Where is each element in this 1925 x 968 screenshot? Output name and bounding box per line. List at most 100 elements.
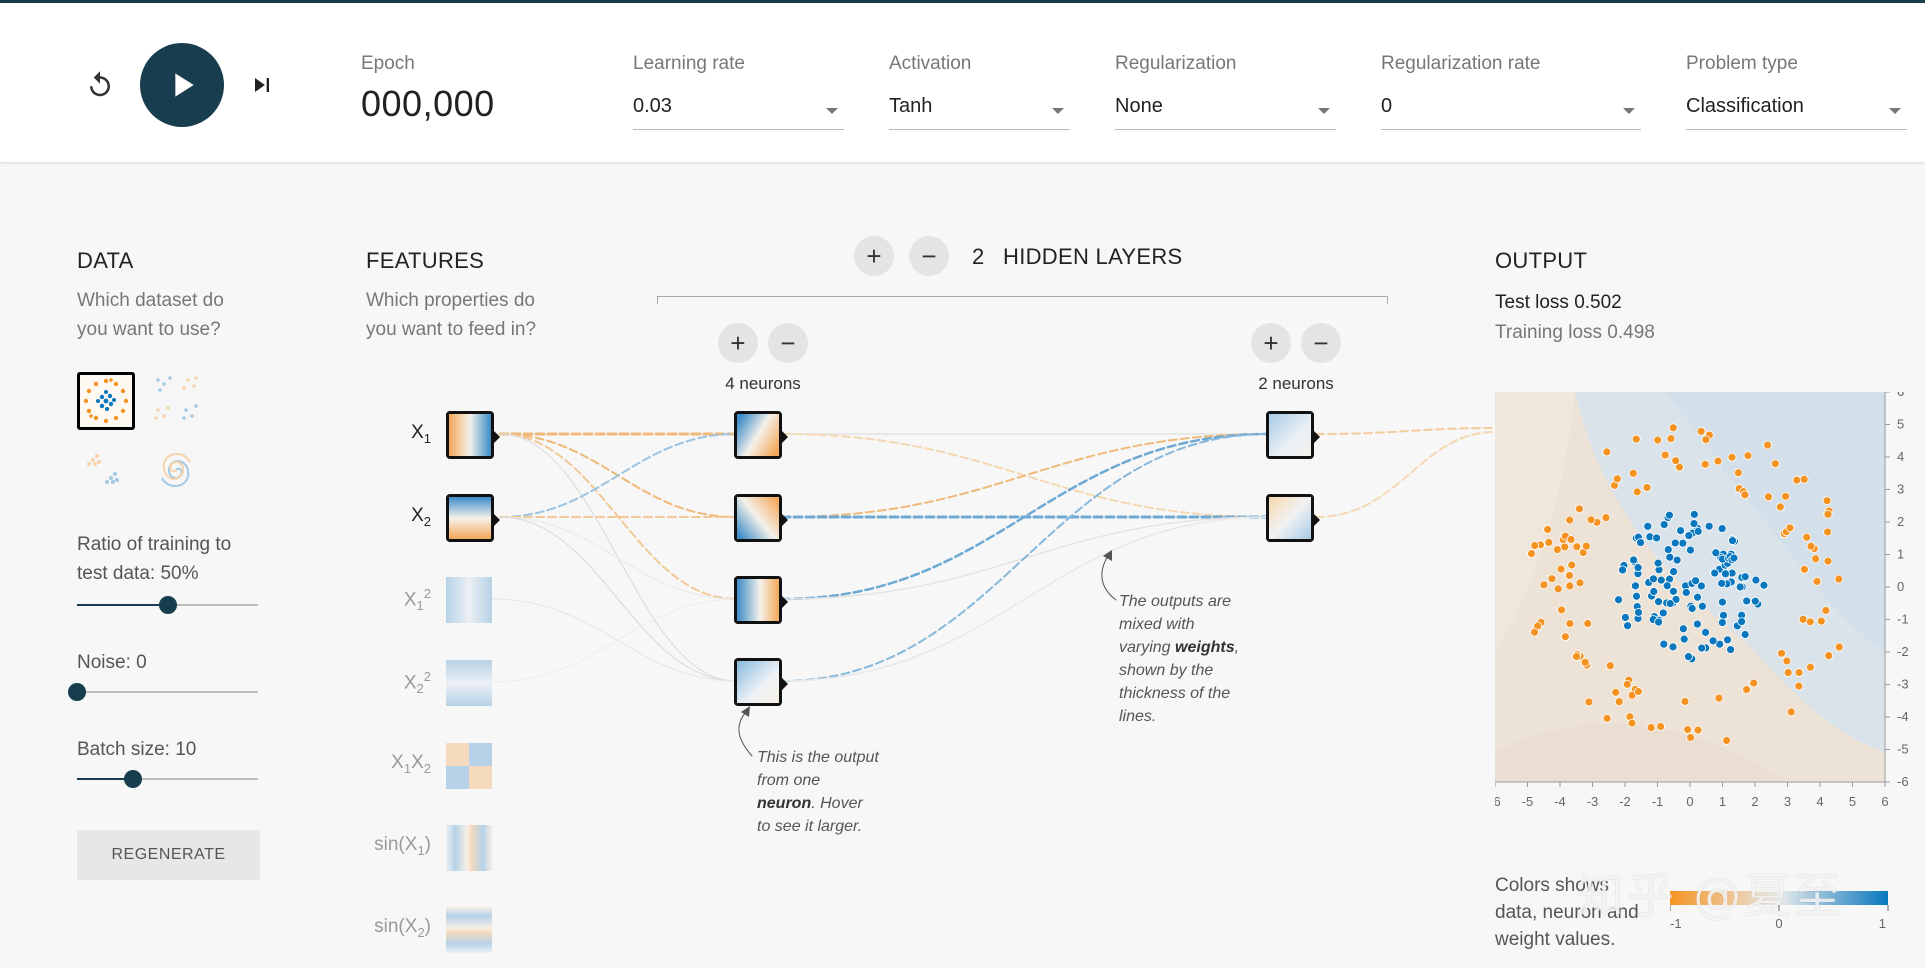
blue-point xyxy=(1684,531,1694,540)
weight-link[interactable] xyxy=(1315,431,1496,518)
orange-point xyxy=(1821,606,1831,615)
slider-handle[interactable] xyxy=(158,596,177,614)
orange-point xyxy=(1631,434,1641,444)
orange-point xyxy=(1785,523,1795,533)
remove-neuron-button-layer1[interactable]: − xyxy=(768,323,808,363)
x-tick-label: 4 xyxy=(1816,794,1823,809)
feature-label-x1-squared: X12 xyxy=(403,586,431,614)
blue-point xyxy=(1649,574,1658,584)
weight-link[interactable] xyxy=(499,516,737,600)
orange-point xyxy=(1544,538,1554,547)
blue-point xyxy=(1697,643,1707,653)
dataset-circle-thumb[interactable] xyxy=(77,372,135,430)
dataset-xor-thumb[interactable] xyxy=(150,372,208,430)
feature-label-x1: X1 xyxy=(411,422,431,446)
blue-point xyxy=(1678,538,1688,548)
ratio-slider[interactable] xyxy=(77,595,258,615)
neuron-l1-3[interactable] xyxy=(734,576,788,624)
heatmap xyxy=(446,660,492,706)
hidden-layer-count: 2 xyxy=(972,244,985,269)
scale-label-max: 1 xyxy=(1879,916,1886,931)
neuron-l1-1[interactable] xyxy=(734,411,788,459)
blue-point xyxy=(1658,608,1668,618)
blue-point xyxy=(1717,578,1727,588)
neuron-l1-4[interactable] xyxy=(734,658,788,706)
blue-point xyxy=(1708,636,1718,646)
feature-label-sin-x1: sin(X1) xyxy=(374,834,431,858)
orange-point xyxy=(1656,722,1666,731)
blue-point xyxy=(1697,601,1707,611)
output-arrow-icon xyxy=(782,431,788,443)
blue-point xyxy=(1681,588,1691,597)
dataset-spiral-thumb[interactable] xyxy=(150,444,208,502)
blue-point xyxy=(1654,597,1663,607)
blue-point xyxy=(1665,510,1674,520)
orange-point xyxy=(1611,687,1621,697)
heatmap xyxy=(449,497,491,539)
training-loss: Training loss 0.498 xyxy=(1495,322,1655,343)
feature-node-x1-squared[interactable] xyxy=(446,577,494,625)
orange-point xyxy=(1802,532,1812,542)
blue-point xyxy=(1614,595,1623,605)
blue-point xyxy=(1711,548,1721,558)
regenerate-button[interactable]: REGENERATE xyxy=(77,830,260,880)
feature-node-x2-squared[interactable] xyxy=(446,660,494,708)
y-tick-label: -6 xyxy=(1897,774,1909,789)
feature-node-x1[interactable] xyxy=(446,411,500,459)
orange-point xyxy=(1602,447,1612,457)
blue-point xyxy=(1665,599,1675,608)
feature-node-sin-x1[interactable] xyxy=(446,825,494,873)
neuron-l2-2[interactable] xyxy=(1266,494,1320,542)
batch-size-slider[interactable] xyxy=(77,769,258,789)
x-tick-label: 2 xyxy=(1751,794,1758,809)
weight-link[interactable] xyxy=(781,433,1269,518)
orange-point xyxy=(1701,435,1711,445)
weight-link[interactable] xyxy=(499,433,737,518)
orange-point xyxy=(1816,616,1826,626)
blue-point xyxy=(1623,621,1632,631)
orange-point xyxy=(1552,545,1562,554)
orange-point xyxy=(1794,681,1804,691)
x-axis-ticks: -6 -5 -4 -3 -2 -1 0 1 2 3 4 5 6 xyxy=(1495,782,1889,809)
slider-handle[interactable] xyxy=(68,683,86,701)
neuron-l1-2[interactable] xyxy=(734,494,788,542)
add-layer-button[interactable]: + xyxy=(854,236,894,276)
add-neuron-button-layer2[interactable]: + xyxy=(1251,323,1291,363)
weight-link[interactable] xyxy=(499,516,737,682)
output-arrow-icon xyxy=(1314,431,1320,443)
orange-point xyxy=(1749,678,1759,688)
blue-point xyxy=(1726,645,1735,654)
orange-point xyxy=(1614,697,1624,707)
orange-point xyxy=(1696,426,1706,436)
weight-link[interactable] xyxy=(1315,427,1496,435)
orange-point xyxy=(1700,459,1710,469)
slider-handle[interactable] xyxy=(124,770,143,788)
orange-point xyxy=(1794,668,1804,677)
feature-node-x2[interactable] xyxy=(446,494,500,542)
orange-point xyxy=(1714,693,1724,703)
blue-point xyxy=(1710,568,1720,578)
remove-layer-button[interactable]: − xyxy=(909,236,949,276)
orange-point xyxy=(1812,577,1822,586)
add-neuron-button-layer1[interactable]: + xyxy=(718,323,758,363)
blue-point xyxy=(1679,634,1689,644)
neuron-annotation: This is the output from one neuron. Hove… xyxy=(757,749,879,835)
neuron-l2-1[interactable] xyxy=(1266,411,1320,459)
orange-point xyxy=(1560,632,1570,642)
feature-node-sin-x2[interactable] xyxy=(446,907,494,955)
x-tick-label: -3 xyxy=(1587,794,1599,809)
orange-point xyxy=(1660,450,1670,460)
blue-point xyxy=(1719,610,1728,620)
noise-slider[interactable] xyxy=(68,682,258,702)
feature-label-x2: X2 xyxy=(411,505,431,529)
heatmap xyxy=(737,579,779,621)
orange-point xyxy=(1686,733,1695,742)
output-plot[interactable]: -6 -5 -4 -3 -2 -1 0 1 2 3 4 5 6 6 5 4 3 2 1 0 -1 -2 -3 -4 -5 -6 xyxy=(1495,392,1915,822)
orange-point xyxy=(1547,574,1557,584)
y-tick-label: 0 xyxy=(1897,579,1904,594)
heatmap xyxy=(446,907,492,953)
feature-node-x1x2[interactable] xyxy=(446,743,494,791)
y-axis-ticks: 6 5 4 3 2 1 0 -1 -2 -3 -4 -5 -6 xyxy=(1885,392,1909,789)
dataset-gaussian-thumb[interactable] xyxy=(77,444,135,502)
remove-neuron-button-layer2[interactable]: − xyxy=(1301,323,1341,363)
